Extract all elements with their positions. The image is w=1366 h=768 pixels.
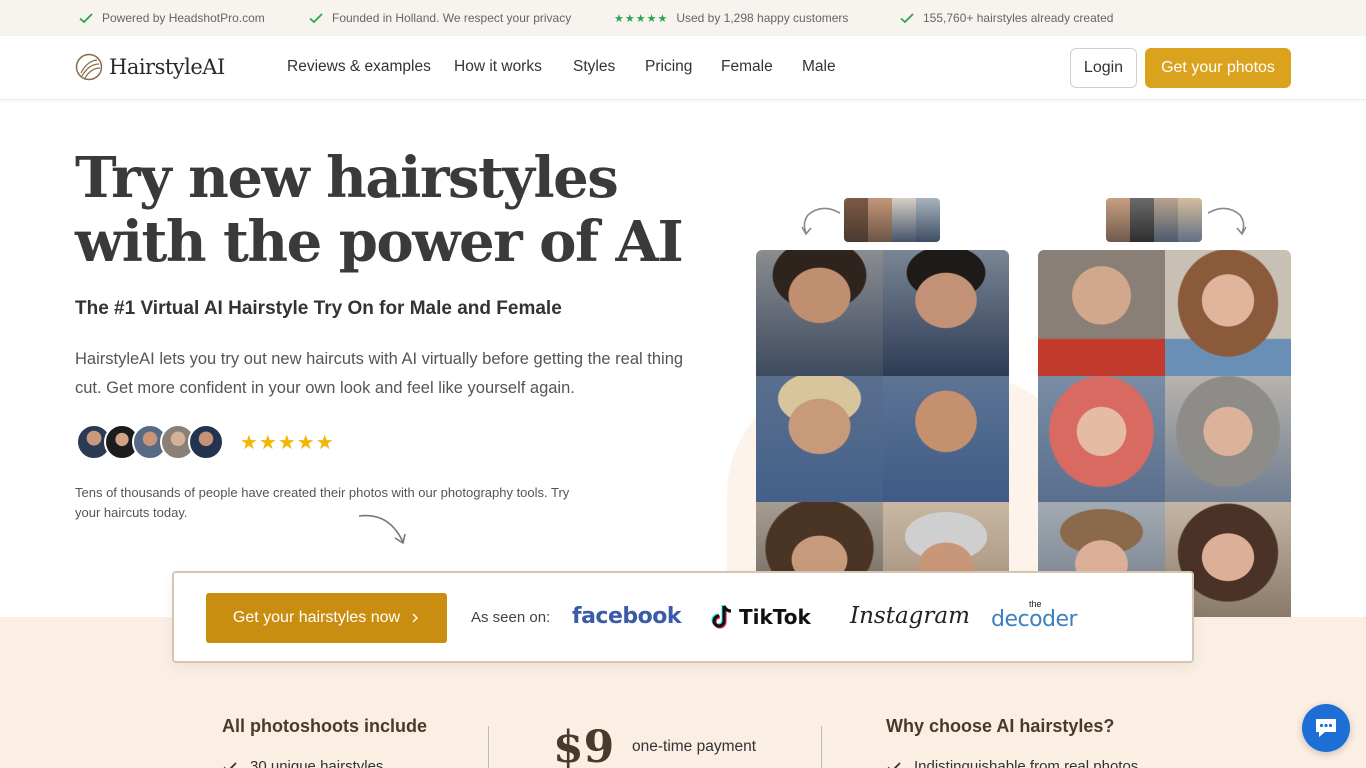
hero-subtitle: The #1 Virtual AI Hairstyle Try On for M…: [75, 298, 562, 319]
price: $9: [553, 722, 615, 768]
hairstyle-photo: [882, 250, 1009, 376]
chat-bubble-icon: [1316, 719, 1336, 737]
logo-mark-icon: [75, 53, 103, 81]
hairstyle-photo: [756, 376, 883, 502]
hairstyle-photo: [1038, 376, 1165, 502]
reference-photos-female: [1106, 198, 1202, 242]
male-hairstyle-grid: [756, 250, 1009, 617]
info-item-customers: ★★★★★ Used by 1,298 happy customers: [614, 0, 848, 36]
nav-link-styles[interactable]: Styles: [573, 58, 615, 76]
check-icon: [309, 13, 323, 24]
nav-link-female[interactable]: Female: [721, 58, 773, 76]
avatar: [188, 424, 224, 460]
check-icon: [900, 13, 914, 24]
chat-button[interactable]: [1302, 704, 1350, 752]
feature-text: Indistinguishable from real photos: [914, 758, 1139, 768]
divider: [821, 726, 822, 768]
chevron-right-icon: [412, 613, 419, 623]
rating-stars: ★★★★★: [240, 432, 335, 454]
reference-photos-male: [844, 198, 940, 242]
login-button[interactable]: Login: [1070, 48, 1137, 88]
get-hairstyles-button[interactable]: Get your hairstyles now: [206, 593, 447, 643]
hero-title-line1: Try new hairstyles: [75, 145, 619, 211]
get-photos-button[interactable]: Get your photos: [1145, 48, 1291, 88]
divider: [488, 726, 489, 768]
info-item-privacy: Founded in Holland. We respect your priv…: [308, 0, 571, 36]
hero-title: Try new hairstyles with the power of AI: [75, 146, 695, 274]
decoder-logo: the decoder: [991, 599, 1078, 632]
feature-text: 30 unique hairstyles: [250, 758, 384, 768]
check-icon: [79, 13, 93, 24]
nav-link-how-it-works[interactable]: How it works: [454, 58, 542, 76]
hairstyle-photo: [1164, 376, 1291, 502]
info-text: Powered by HeadshotPro.com: [102, 11, 265, 25]
cta-label: Get your hairstyles now: [232, 609, 401, 626]
hairstyle-photo: [1164, 250, 1291, 376]
hairstyle-photo: [756, 250, 883, 376]
tiktok-text: TikTok: [739, 605, 811, 629]
nav-link-male[interactable]: Male: [802, 58, 836, 76]
logo[interactable]: HairstyleAI: [75, 53, 225, 81]
curved-arrow-icon: [358, 514, 406, 545]
why-heading: Why choose AI hairstyles?: [886, 716, 1115, 736]
rotate-arrow-icon: [801, 207, 841, 236]
check-icon: [887, 761, 901, 768]
logo-text: HairstyleAI: [109, 55, 225, 79]
info-item-hairstyles: 155,760+ hairstyles already created: [899, 0, 1113, 36]
hairstyle-photo: [882, 376, 1009, 502]
main-nav: HairstyleAI Reviews & examples How it wo…: [0, 36, 1366, 100]
nav-link-pricing[interactable]: Pricing: [645, 58, 692, 76]
tiktok-icon: [711, 605, 732, 629]
decoder-small-text: the: [1029, 599, 1042, 609]
price-note: one-time payment: [632, 738, 757, 755]
feature-item: Indistinguishable from real photos: [886, 758, 1138, 768]
info-text: Founded in Holland. We respect your priv…: [332, 11, 572, 25]
info-text: Used by 1,298 happy customers: [676, 11, 849, 25]
top-info-bar: Powered by HeadshotPro.com Founded in Ho…: [0, 0, 1366, 36]
nav-link-reviews[interactable]: Reviews & examples: [287, 58, 431, 76]
female-hairstyle-grid: [1038, 250, 1291, 617]
seen-on-label: As seen on:: [471, 609, 551, 626]
info-item-powered: Powered by HeadshotPro.com: [78, 0, 265, 36]
hero-description: HairstyleAI lets you try out new haircut…: [75, 350, 684, 397]
seen-on-bar: Get your hairstyles now As seen on: face…: [172, 571, 1194, 663]
hero-title-line2: with the power of AI: [75, 209, 684, 275]
photoshoot-heading: All photoshoots include: [222, 716, 427, 736]
hairstyle-photo: [1038, 250, 1165, 376]
tiktok-logo: TikTok: [711, 604, 811, 630]
check-icon: [223, 761, 237, 768]
feature-item: 30 unique hairstyles: [222, 758, 383, 768]
instagram-logo: Instagram: [850, 603, 970, 629]
rotate-arrow-icon: [1207, 207, 1247, 236]
facebook-logo: facebook: [572, 604, 682, 629]
customer-avatars: [76, 424, 224, 460]
info-text: 155,760+ hairstyles already created: [923, 11, 1114, 25]
decoder-text: decoder: [991, 607, 1078, 632]
hero-note: Tens of thousands of people have created…: [75, 485, 570, 520]
rating-stars: ★★★★★: [614, 12, 669, 25]
